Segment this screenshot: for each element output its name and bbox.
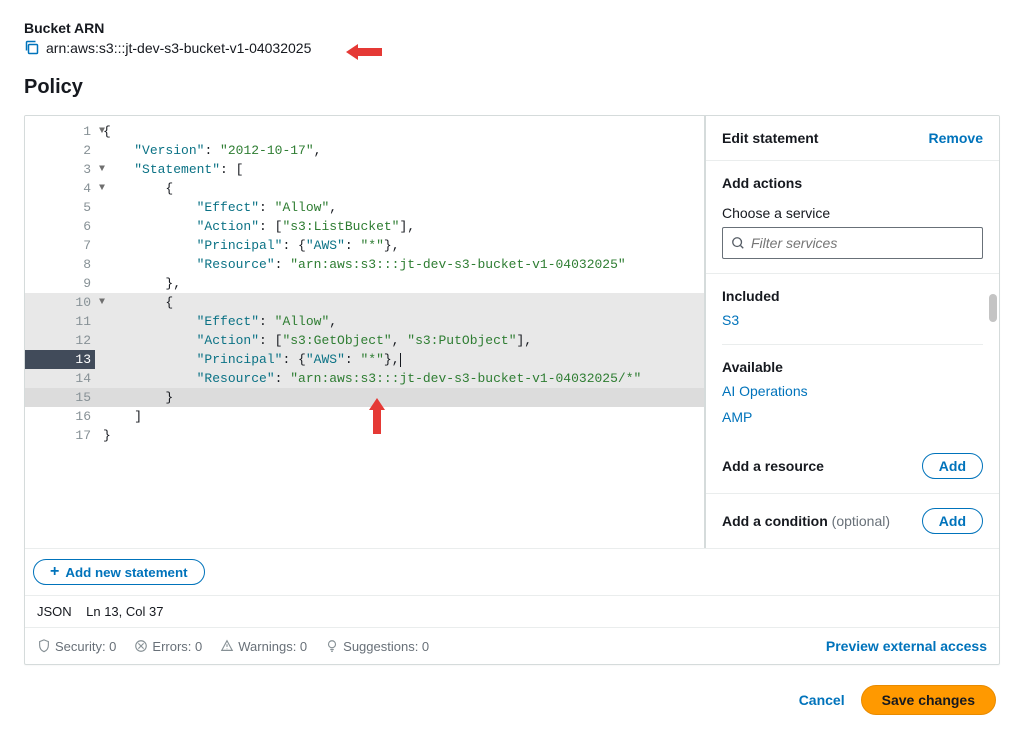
line-number: 13 xyxy=(25,350,95,369)
code-content[interactable]: "Principal": {"AWS": "*"}, xyxy=(95,350,704,369)
line-number: 11 xyxy=(25,312,95,331)
line-number: 12 xyxy=(25,331,95,350)
policy-heading: Policy xyxy=(24,76,1000,99)
search-icon xyxy=(731,236,745,250)
line-number: 17 xyxy=(25,426,95,445)
code-line[interactable]: 5 "Effect": "Allow", xyxy=(25,198,704,217)
code-content[interactable]: } xyxy=(95,426,704,445)
code-content[interactable]: } xyxy=(95,388,704,407)
code-content[interactable]: "Action": ["s3:GetObject", "s3:PutObject… xyxy=(95,331,704,350)
code-content[interactable]: }, xyxy=(95,274,704,293)
code-content[interactable]: "Effect": "Allow", xyxy=(95,198,704,217)
code-content[interactable]: "Statement": [ xyxy=(95,160,704,179)
line-number: 16 xyxy=(25,407,95,426)
code-content[interactable]: ] xyxy=(95,407,704,426)
code-line[interactable]: 4▼ { xyxy=(25,179,704,198)
line-number: 3▼ xyxy=(25,160,95,179)
code-content[interactable]: "Effect": "Allow", xyxy=(95,312,704,331)
add-actions-title: Add actions xyxy=(722,175,983,191)
preview-external-access-link[interactable]: Preview external access xyxy=(826,638,987,654)
line-number: 8 xyxy=(25,255,95,274)
line-number: 15 xyxy=(25,388,95,407)
cursor-position: Ln 13, Col 37 xyxy=(86,604,163,619)
warnings-count: Warnings: 0 xyxy=(220,639,307,654)
code-content[interactable]: "Principal": {"AWS": "*"}, xyxy=(95,236,704,255)
available-service-link[interactable]: AI Operations xyxy=(722,383,983,399)
code-line[interactable]: 7 "Principal": {"AWS": "*"}, xyxy=(25,236,704,255)
shield-icon xyxy=(37,639,51,653)
code-line[interactable]: 12 "Action": ["s3:GetObject", "s3:PutObj… xyxy=(25,331,704,350)
scrollbar-thumb[interactable] xyxy=(989,294,997,322)
editor-mode: JSON xyxy=(37,604,72,619)
suggestions-count: Suggestions: 0 xyxy=(325,639,429,654)
add-condition-title: Add a condition xyxy=(722,513,828,529)
code-content[interactable]: { xyxy=(95,179,704,198)
fold-toggle-icon[interactable]: ▼ xyxy=(99,179,105,198)
policy-editor: 1▼{2 "Version": "2012-10-17",3▼ "Stateme… xyxy=(24,115,1000,665)
line-number: 6 xyxy=(25,217,95,236)
add-resource-button[interactable]: Add xyxy=(922,453,983,479)
code-content[interactable]: { xyxy=(95,122,704,141)
fold-toggle-icon[interactable]: ▼ xyxy=(99,160,105,179)
code-line[interactable]: 14 "Resource": "arn:aws:s3:::jt-dev-s3-b… xyxy=(25,369,704,388)
bulb-icon xyxy=(325,639,339,653)
code-line[interactable]: 8 "Resource": "arn:aws:s3:::jt-dev-s3-bu… xyxy=(25,255,704,274)
copy-icon[interactable] xyxy=(24,40,40,56)
included-label: Included xyxy=(722,288,983,304)
code-line[interactable]: 11 "Effect": "Allow", xyxy=(25,312,704,331)
line-number: 7 xyxy=(25,236,95,255)
errors-count: Errors: 0 xyxy=(134,639,202,654)
fold-toggle-icon[interactable]: ▼ xyxy=(99,293,105,312)
optional-label: (optional) xyxy=(832,513,890,529)
line-number: 14 xyxy=(25,369,95,388)
code-line[interactable]: 2 "Version": "2012-10-17", xyxy=(25,141,704,160)
line-number: 4▼ xyxy=(25,179,95,198)
fold-toggle-icon[interactable]: ▼ xyxy=(99,122,105,141)
warning-icon xyxy=(220,639,234,653)
code-line[interactable]: 10▼ { xyxy=(25,293,704,312)
security-count: Security: 0 xyxy=(37,639,116,654)
add-condition-button[interactable]: Add xyxy=(922,508,983,534)
bucket-arn-label: Bucket ARN xyxy=(24,20,1000,36)
code-line[interactable]: 13 "Principal": {"AWS": "*"}, xyxy=(25,350,704,369)
line-number: 2 xyxy=(25,141,95,160)
code-line[interactable]: 6 "Action": ["s3:ListBucket"], xyxy=(25,217,704,236)
status-bar: JSON Ln 13, Col 37 xyxy=(25,595,999,627)
error-icon xyxy=(134,639,148,653)
code-line[interactable]: 1▼{ xyxy=(25,122,704,141)
code-content[interactable]: { xyxy=(95,293,704,312)
code-line[interactable]: 9 }, xyxy=(25,274,704,293)
side-panel: Edit statement Remove Add actions Choose… xyxy=(704,116,999,548)
bucket-arn-value: arn:aws:s3:::jt-dev-s3-bucket-v1-0403202… xyxy=(46,40,311,56)
save-changes-button[interactable]: Save changes xyxy=(861,685,996,715)
code-content[interactable]: "Action": ["s3:ListBucket"], xyxy=(95,217,704,236)
plus-icon: + xyxy=(50,564,59,580)
code-content[interactable]: "Resource": "arn:aws:s3:::jt-dev-s3-buck… xyxy=(95,255,704,274)
code-content[interactable]: "Resource": "arn:aws:s3:::jt-dev-s3-buck… xyxy=(95,369,704,388)
line-number: 1▼ xyxy=(25,122,95,141)
code-area[interactable]: 1▼{2 "Version": "2012-10-17",3▼ "Stateme… xyxy=(25,116,704,548)
code-line[interactable]: 3▼ "Statement": [ xyxy=(25,160,704,179)
annotation-arrow-icon xyxy=(365,396,389,436)
choose-service-label: Choose a service xyxy=(722,205,983,221)
available-service-link[interactable]: AMP xyxy=(722,409,983,425)
available-label: Available xyxy=(722,359,983,375)
add-new-statement-button[interactable]: + Add new statement xyxy=(33,559,205,585)
edit-statement-title: Edit statement xyxy=(722,130,818,146)
included-service-link[interactable]: S3 xyxy=(722,312,983,328)
filter-services-input[interactable] xyxy=(722,227,983,259)
add-resource-title: Add a resource xyxy=(722,458,824,474)
code-content[interactable]: "Version": "2012-10-17", xyxy=(95,141,704,160)
line-number: 10▼ xyxy=(25,293,95,312)
line-number: 9 xyxy=(25,274,95,293)
filter-services-field[interactable] xyxy=(751,235,974,251)
annotation-arrow-icon xyxy=(344,40,384,64)
remove-statement-link[interactable]: Remove xyxy=(929,130,983,146)
cancel-button[interactable]: Cancel xyxy=(799,692,845,708)
line-number: 5 xyxy=(25,198,95,217)
add-new-statement-label: Add new statement xyxy=(65,565,187,580)
